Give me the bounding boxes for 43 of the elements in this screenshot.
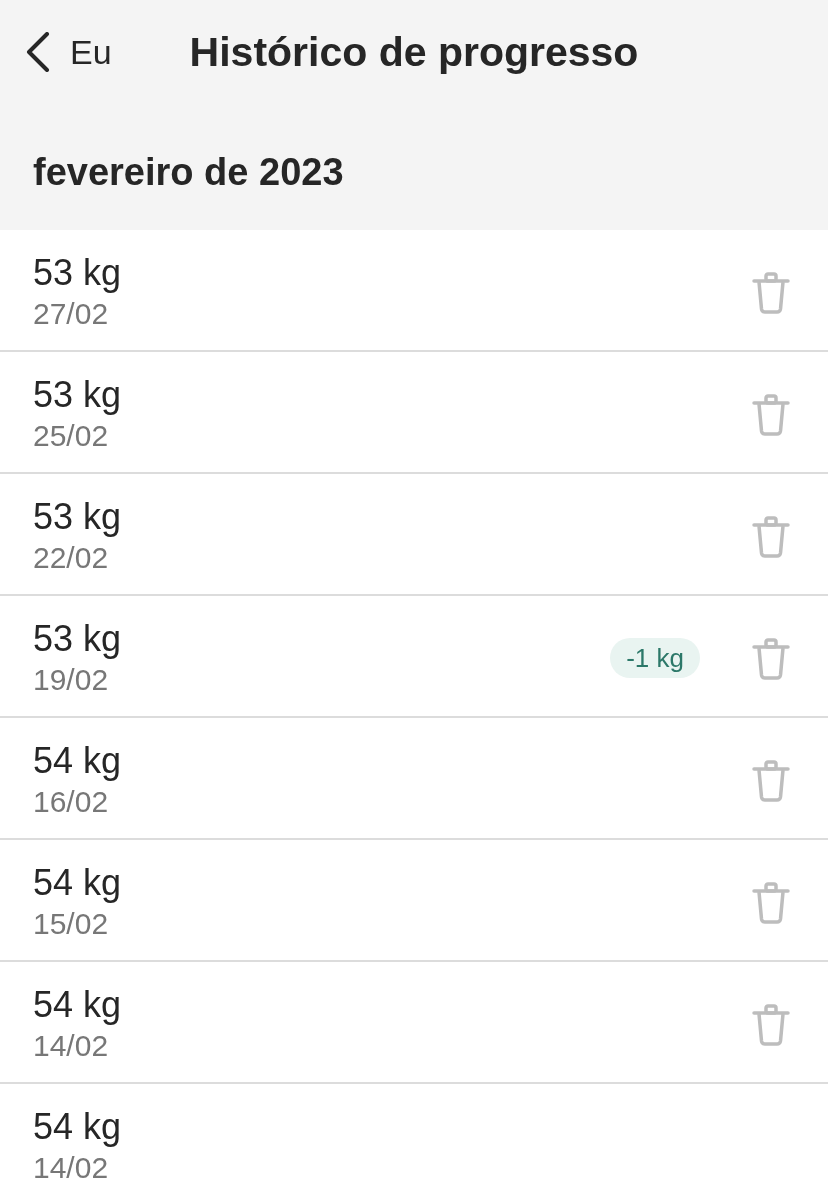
delete-button[interactable]	[752, 760, 790, 802]
entry-date: 25/02	[33, 419, 110, 453]
entry-date: 15/02	[33, 907, 110, 941]
delete-button[interactable]	[752, 638, 790, 680]
trash-icon	[752, 760, 790, 802]
weight-value: 54 kg	[33, 862, 123, 904]
delete-button[interactable]	[752, 882, 790, 924]
weight-value: 53 kg	[33, 374, 123, 416]
entry-date: 14/02	[33, 1029, 110, 1063]
entry-row[interactable]: 53 kg 25/02	[0, 352, 828, 474]
delete-button[interactable]	[752, 516, 790, 558]
entry-date: 16/02	[33, 785, 110, 819]
entry-date: 22/02	[33, 541, 110, 575]
weight-value: 54 kg	[33, 984, 123, 1026]
trash-icon	[752, 516, 790, 558]
weight-value: 53 kg	[33, 618, 123, 660]
delete-button[interactable]	[752, 272, 790, 314]
chevron-left-icon	[26, 32, 50, 72]
weight-change-badge: -1 kg	[610, 638, 700, 678]
delete-button[interactable]	[752, 1004, 790, 1046]
trash-icon	[752, 638, 790, 680]
entry-row[interactable]: 54 kg 15/02	[0, 840, 828, 962]
trash-icon	[752, 1004, 790, 1046]
entry-row[interactable]: 53 kg 22/02	[0, 474, 828, 596]
month-heading: fevereiro de 2023	[32, 150, 345, 195]
delete-button[interactable]	[752, 394, 790, 436]
weight-value: 54 kg	[33, 1106, 123, 1148]
back-button[interactable]: Eu	[0, 32, 112, 72]
entry-row[interactable]: 54 kg 14/02	[0, 1084, 828, 1195]
weight-value: 53 kg	[33, 496, 123, 538]
weight-value: 54 kg	[33, 740, 123, 782]
weight-value: 53 kg	[33, 252, 123, 294]
entry-date: 27/02	[33, 297, 110, 331]
entry-date: 14/02	[33, 1151, 110, 1185]
entry-row[interactable]: 53 kg 19/02 -1 kg	[0, 596, 828, 718]
trash-icon	[752, 394, 790, 436]
entry-row[interactable]: 54 kg 14/02	[0, 962, 828, 1084]
trash-icon	[752, 882, 790, 924]
entry-row[interactable]: 54 kg 16/02	[0, 718, 828, 840]
trash-icon	[752, 272, 790, 314]
entry-date: 19/02	[33, 663, 110, 697]
page-title: Histórico de progresso	[189, 28, 639, 76]
entry-row[interactable]: 53 kg 27/02	[0, 230, 828, 352]
